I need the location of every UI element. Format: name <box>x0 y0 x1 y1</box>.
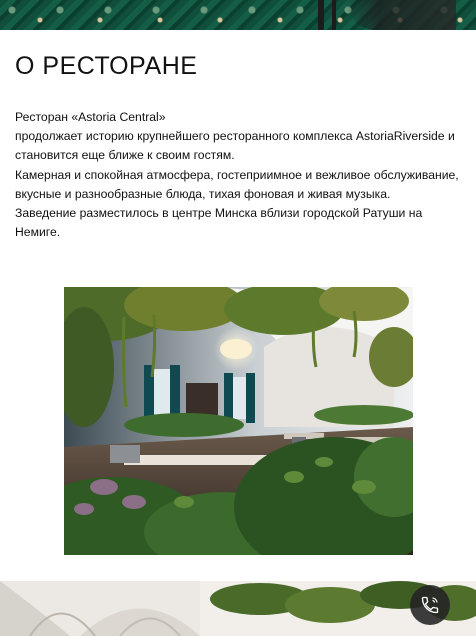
banner-decor <box>332 0 336 30</box>
call-button[interactable] <box>410 585 450 625</box>
restaurant-interior-photo <box>64 287 413 555</box>
bottom-banner-image <box>0 581 476 636</box>
phone-icon <box>421 596 439 614</box>
about-text: Ресторан «Astoria Central» продолжает ис… <box>15 108 465 242</box>
about-paragraph: продолжает историю крупнейшего ресторанн… <box>15 129 455 163</box>
top-banner-image <box>0 0 476 30</box>
banner-decor <box>318 0 324 30</box>
about-paragraph: Ресторан «Astoria Central» <box>15 110 166 124</box>
about-paragraph: Камерная и спокойная атмосфера, гостепри… <box>15 167 459 201</box>
section-title: О РЕСТОРАНЕ <box>15 52 198 80</box>
about-paragraph: Заведение разместилось в центре Минска в… <box>15 206 423 240</box>
page: О РЕСТОРАНЕ Ресторан «Astoria Central» п… <box>0 0 476 636</box>
banner-chair-silhouette <box>346 0 456 30</box>
